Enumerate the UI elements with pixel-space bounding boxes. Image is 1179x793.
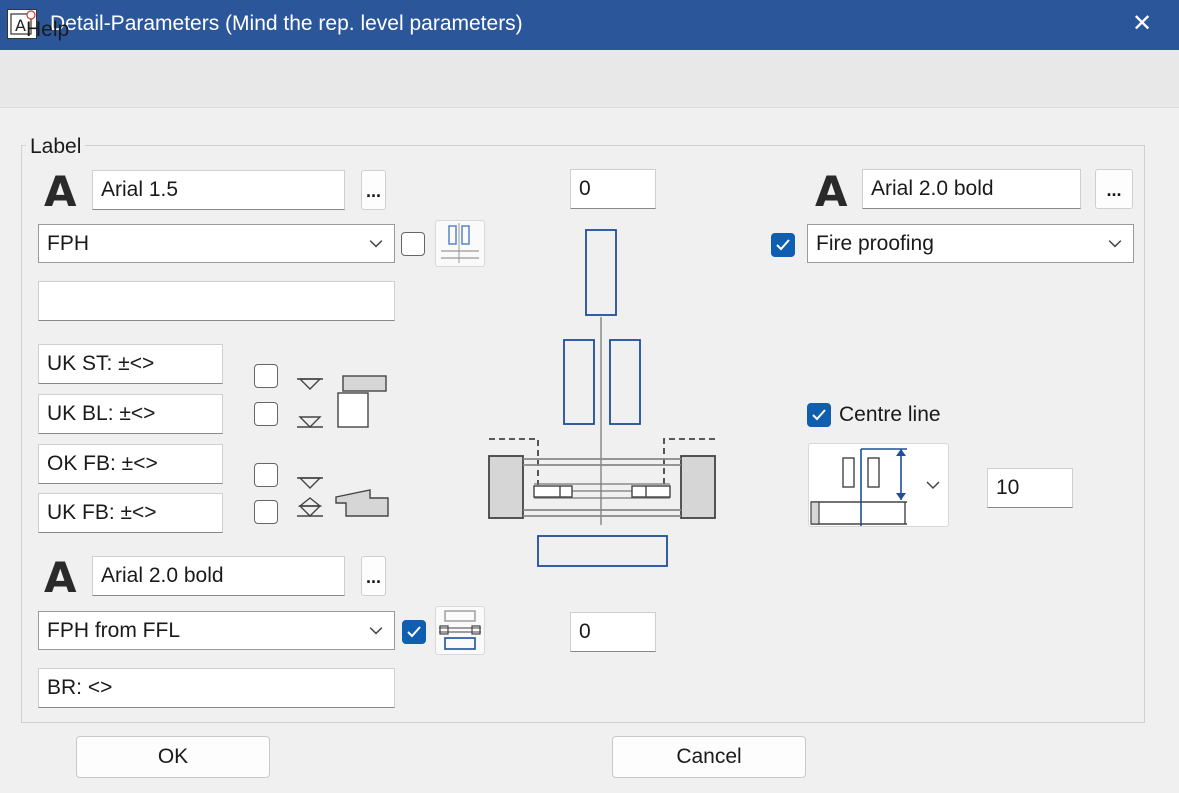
checkbox-fire-proofing[interactable] bbox=[771, 233, 795, 257]
offset-field-bottom[interactable]: 0 bbox=[570, 612, 656, 652]
font-browse-button-right[interactable]: ... bbox=[1095, 169, 1133, 209]
ok-button[interactable]: OK bbox=[76, 736, 270, 778]
check-icon bbox=[812, 409, 826, 421]
checkbox-uk-fb[interactable] bbox=[254, 500, 278, 524]
font-icon-right: A bbox=[815, 167, 848, 216]
fire-proofing-combo[interactable]: Fire proofing bbox=[807, 224, 1134, 263]
level-field-ok-fb[interactable]: OK FB: ±<> bbox=[38, 444, 223, 484]
layout-icon-bottom[interactable] bbox=[435, 606, 485, 655]
checkbox-centre-line[interactable] bbox=[807, 403, 831, 427]
combo-value: Fire proofing bbox=[816, 232, 934, 255]
window-title: Detail-Parameters (Mind the rep. level p… bbox=[50, 12, 523, 35]
checkbox-ok-fb[interactable] bbox=[254, 463, 278, 487]
label-type-combo-bottom[interactable]: FPH from FFL bbox=[38, 611, 395, 650]
font-browse-button-top[interactable]: ... bbox=[361, 170, 386, 210]
font-icon-bottom: A bbox=[44, 553, 77, 602]
centre-line-label[interactable]: Centre line bbox=[839, 403, 941, 427]
preview-diagram bbox=[488, 229, 716, 567]
chevron-down-icon bbox=[926, 481, 940, 490]
cancel-button[interactable]: Cancel bbox=[612, 736, 806, 778]
label-text-field-bottom[interactable]: BR: <> bbox=[38, 668, 395, 708]
level-field-uk-bl[interactable]: UK BL: ±<> bbox=[38, 394, 223, 434]
check-icon bbox=[407, 626, 421, 638]
checkbox-uk-st[interactable] bbox=[254, 364, 278, 388]
offset-field-top[interactable]: 0 bbox=[570, 169, 656, 209]
combo-value: FPH bbox=[47, 232, 89, 255]
level-field-uk-fb[interactable]: UK FB: ±<> bbox=[38, 493, 223, 533]
font-field-top[interactable]: Arial 1.5 bbox=[92, 170, 345, 210]
checkbox-bottom-layout[interactable] bbox=[402, 620, 426, 644]
chevron-down-icon bbox=[369, 240, 383, 248]
label-type-combo-top[interactable]: FPH bbox=[38, 224, 395, 263]
chevron-down-icon bbox=[369, 627, 383, 635]
font-field-bottom[interactable]: Arial 2.0 bold bbox=[92, 556, 345, 596]
font-icon-top: A bbox=[44, 167, 77, 216]
level-symbols-icon bbox=[297, 375, 389, 517]
combo-value: FPH from FFL bbox=[47, 619, 181, 642]
groupbox-title: Label bbox=[26, 135, 86, 159]
centre-line-position-combo[interactable] bbox=[808, 443, 949, 527]
layout-icon-top[interactable] bbox=[435, 220, 485, 267]
level-field-uk-st[interactable]: UK ST: ±<> bbox=[38, 344, 223, 384]
check-icon bbox=[776, 239, 790, 251]
checkbox-uk-bl[interactable] bbox=[254, 402, 278, 426]
menu-help[interactable]: Help bbox=[26, 18, 69, 42]
chevron-down-icon bbox=[1108, 240, 1122, 248]
label-text-field-top[interactable] bbox=[38, 281, 395, 321]
menu-bar bbox=[0, 50, 1179, 108]
checkbox-top-layout[interactable] bbox=[401, 232, 425, 256]
centre-line-distance-field[interactable]: 10 bbox=[987, 468, 1073, 508]
font-browse-button-bottom[interactable]: ... bbox=[361, 556, 386, 596]
font-field-right[interactable]: Arial 2.0 bold bbox=[862, 169, 1081, 209]
svg-text:A: A bbox=[15, 16, 26, 35]
close-button[interactable]: ✕ bbox=[1124, 6, 1160, 42]
